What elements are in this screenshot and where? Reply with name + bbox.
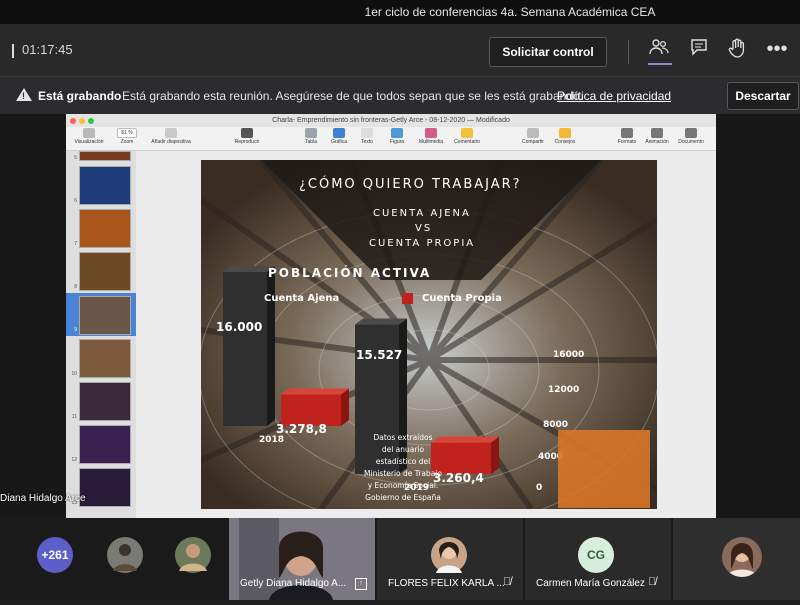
slide-number: 11 <box>71 414 77 420</box>
bar-top <box>355 318 407 325</box>
toolbar-play: Reproducir <box>226 128 268 145</box>
more-icon[interactable]: ••• <box>764 38 790 64</box>
mic-muted-icon: 🎙̸ <box>503 576 512 588</box>
divider <box>628 40 629 64</box>
source-note-line: del anuario <box>381 445 425 454</box>
slide-subtitle-ajena: CUENTA AJENA <box>373 208 471 219</box>
bar-side <box>491 436 499 474</box>
axis-tick-label: 0 <box>536 483 543 493</box>
slide-thumbnail[interactable] <box>79 468 131 507</box>
bar-label: 3.278,8 <box>276 422 327 436</box>
participant-name: Carmen María González <box>536 578 645 589</box>
slide-number: 8 <box>74 284 77 290</box>
bar-side <box>341 388 349 426</box>
toolbar-zoom: 81 % Zoom <box>106 128 148 145</box>
slide-title: ¿CÓMO QUIERO TRABAJAR? <box>299 177 522 192</box>
slide-number: 9 <box>74 327 77 333</box>
axis-tick-label: 12000 <box>548 385 580 395</box>
people-active-indicator <box>648 63 672 65</box>
slide-thumbnail[interactable] <box>79 209 131 248</box>
slide-subtitle-propia: CUENTA PROPIA <box>369 238 476 249</box>
mic-muted-icon: 🎙̸ <box>648 576 657 588</box>
timer-value: 01:17:45 <box>22 42 73 57</box>
slide-thumbnail[interactable] <box>79 151 131 161</box>
slide-thumbnail[interactable] <box>79 166 131 205</box>
dismiss-button[interactable]: Descartar <box>727 82 799 110</box>
meeting-controls-bar <box>0 24 800 76</box>
zoom-window-icon <box>88 118 94 124</box>
window-title: 1er ciclo de conferencias 4a. Semana Aca… <box>364 5 656 19</box>
avatar <box>175 537 211 573</box>
source-note-line: Ministerio de Trabajo <box>364 469 442 478</box>
recording-message: Está grabando esta reunión. Asegúrese de… <box>122 89 584 103</box>
participant-name: FLORES FELIX KARLA ... <box>388 578 505 589</box>
legend-swatch-ajena <box>245 293 256 304</box>
legend-label-ajena: Cuenta Ajena <box>264 293 340 304</box>
participant-tile[interactable] <box>673 518 800 600</box>
source-note-line: Datos extraídos <box>373 433 433 442</box>
toolbar-document: Documento <box>670 128 712 145</box>
slide-thumbnail[interactable] <box>79 252 131 291</box>
slide-number: 10 <box>71 371 77 377</box>
source-note-line: Gobierno de España <box>365 493 441 502</box>
avatar-initials: CG <box>578 537 614 573</box>
toolbar-comment: Comentario <box>446 128 488 145</box>
axis-tick-label: 16000 <box>553 350 585 360</box>
slide-number: 5 <box>74 155 77 161</box>
toolbar-add-slide: Añadir diapositiva <box>150 128 192 145</box>
slide-thumbnail[interactable] <box>79 382 131 421</box>
slide-number: 12 <box>71 457 77 463</box>
minimize-icon <box>79 118 85 124</box>
axis-tick-label: 8000 <box>543 420 569 430</box>
avatar <box>722 537 762 577</box>
bar-label: 16.000 <box>216 320 263 334</box>
slide-thumbnail[interactable] <box>79 296 131 335</box>
slide-number: 6 <box>74 198 77 204</box>
chat-icon[interactable] <box>686 38 712 64</box>
avatar <box>431 537 467 573</box>
toolbar-tips: Consejos <box>544 128 586 145</box>
presenter-name: Diana Hidalgo Arce <box>0 493 86 504</box>
more-participants-button[interactable]: +261 <box>37 537 73 573</box>
source-note-line: y Economía Social. <box>367 481 439 490</box>
toolbar-view: Visualización <box>68 128 110 145</box>
privacy-policy-link[interactable]: Política de privacidad <box>557 89 671 103</box>
warning-icon-mark: ! <box>22 91 25 101</box>
bar-side <box>267 266 275 426</box>
legend-swatch-propia <box>402 293 413 304</box>
share-icon: ↑ <box>355 578 367 590</box>
slide-thumbnail[interactable] <box>79 339 131 378</box>
meeting-timer: 01:17:45 <box>12 42 73 58</box>
close-icon <box>70 118 76 124</box>
raise-hand-icon[interactable] <box>724 38 750 64</box>
participant-name: Getly Diana Hidalgo A... <box>240 578 347 589</box>
chart-title: POBLACIÓN ACTIVA <box>268 266 432 280</box>
request-control-button[interactable]: Solicitar control <box>489 37 607 67</box>
people-icon[interactable] <box>646 38 672 64</box>
bar-top <box>281 388 349 395</box>
source-note-box <box>558 430 650 508</box>
keynote-title: Charla- Emprendimiento sin fronteras-Get… <box>66 114 716 127</box>
bar-label: 15.527 <box>356 348 403 362</box>
slide-thumbnail[interactable] <box>79 425 131 464</box>
slide-vs: VS <box>415 223 433 234</box>
source-note-line: estadístico del <box>375 457 431 466</box>
avatar <box>107 537 143 573</box>
legend-label-propia: Cuenta Propia <box>422 293 502 304</box>
window-title-bar: 1er ciclo de conferencias 4a. Semana Aca… <box>0 0 800 24</box>
category-label: 2018 <box>259 435 285 445</box>
recording-title: Está grabando <box>38 89 122 103</box>
slide-number: 7 <box>74 241 77 247</box>
